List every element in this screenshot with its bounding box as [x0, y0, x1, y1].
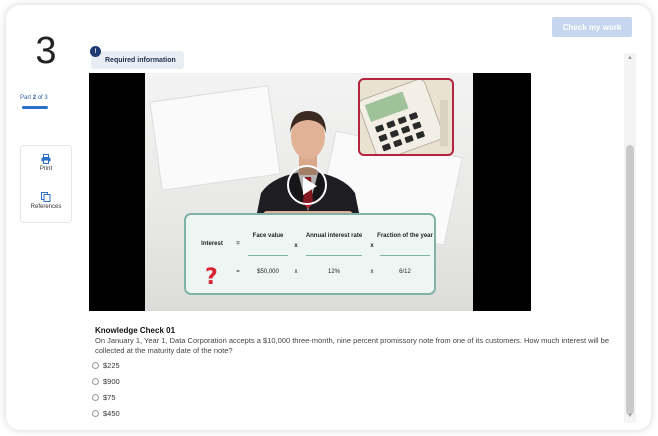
scroll-down-icon[interactable]: ▼ — [626, 413, 634, 421]
top-bar: Check my work — [6, 5, 651, 45]
play-icon[interactable] — [287, 165, 327, 205]
answer-label: $225 — [103, 360, 120, 370]
question-number: 3 — [20, 25, 72, 77]
divider-line — [380, 255, 430, 256]
references-label: References — [30, 204, 62, 210]
formula-header-face: Face value — [252, 233, 284, 239]
radio-button[interactable] — [92, 393, 99, 401]
radio-button[interactable] — [92, 377, 99, 385]
required-information-badge: Required information — [91, 51, 184, 69]
part-progress-bar — [22, 106, 48, 109]
video-player[interactable]: Interest = Face value x Annual interest … — [89, 73, 531, 311]
formula-op-times: x — [294, 243, 298, 249]
tools-panel: Print References — [20, 145, 72, 223]
part-current: 2 — [32, 95, 37, 101]
answer-label: $75 — [103, 392, 116, 402]
copy-icon — [41, 192, 51, 202]
part-indicator[interactable]: Part 2 of 3 — [20, 95, 48, 101]
presenter-image — [253, 111, 363, 233]
printer-icon — [41, 154, 51, 164]
alert-icon: ! — [90, 46, 101, 57]
interest-formula-card: Interest = Face value x Annual interest … — [184, 213, 436, 295]
formula-value-face: $50,000 — [257, 269, 279, 275]
calculator-illustration — [360, 80, 448, 154]
radio-button[interactable] — [92, 409, 99, 417]
required-label: Required information — [105, 56, 176, 64]
formula-value-equals: = — [236, 269, 240, 275]
answer-option[interactable]: $900 — [92, 373, 120, 389]
answer-option[interactable]: $75 — [92, 389, 120, 405]
knowledge-check-title: Knowledge Check 01 — [95, 326, 176, 335]
formula-header-interest: Interest — [201, 241, 223, 247]
divider-line — [306, 255, 362, 256]
scroll-up-icon[interactable]: ▲ — [626, 55, 634, 63]
part-label: Part — [20, 95, 32, 101]
formula-header-rate: Annual interest rate — [305, 233, 363, 239]
check-my-work-button[interactable]: Check my work — [552, 17, 632, 37]
formula-value-fraction: 6/12 — [399, 269, 411, 275]
print-button[interactable]: Print — [21, 154, 71, 172]
formula-op-times: x — [370, 243, 374, 249]
formula-value-rate: 12% — [327, 269, 340, 275]
print-label: Print — [39, 166, 53, 172]
radio-button[interactable] — [92, 361, 99, 369]
answer-option[interactable]: $450 — [92, 405, 120, 421]
answer-label: $450 — [103, 408, 120, 418]
answer-option[interactable]: $225 — [92, 357, 120, 373]
formula-header-fraction: Fraction of the year — [377, 233, 433, 239]
references-button[interactable]: References — [21, 192, 71, 210]
divider-line — [248, 255, 288, 256]
question-mark-icon: ? — [205, 265, 218, 290]
formula-op-equals: = — [236, 241, 240, 247]
knowledge-check-question: On January 1, Year 1, Data Corporation a… — [95, 336, 610, 355]
video-frame: Interest = Face value x Annual interest … — [145, 73, 473, 311]
scrollbar-thumb[interactable] — [626, 145, 634, 415]
part-of: of 3 — [37, 95, 48, 101]
assignment-window: Check my work 3 Part 2 of 3 Print Refere… — [6, 5, 651, 430]
answer-label: $900 — [103, 376, 120, 386]
answer-options: $225 $900 $75 $450 — [92, 357, 120, 421]
